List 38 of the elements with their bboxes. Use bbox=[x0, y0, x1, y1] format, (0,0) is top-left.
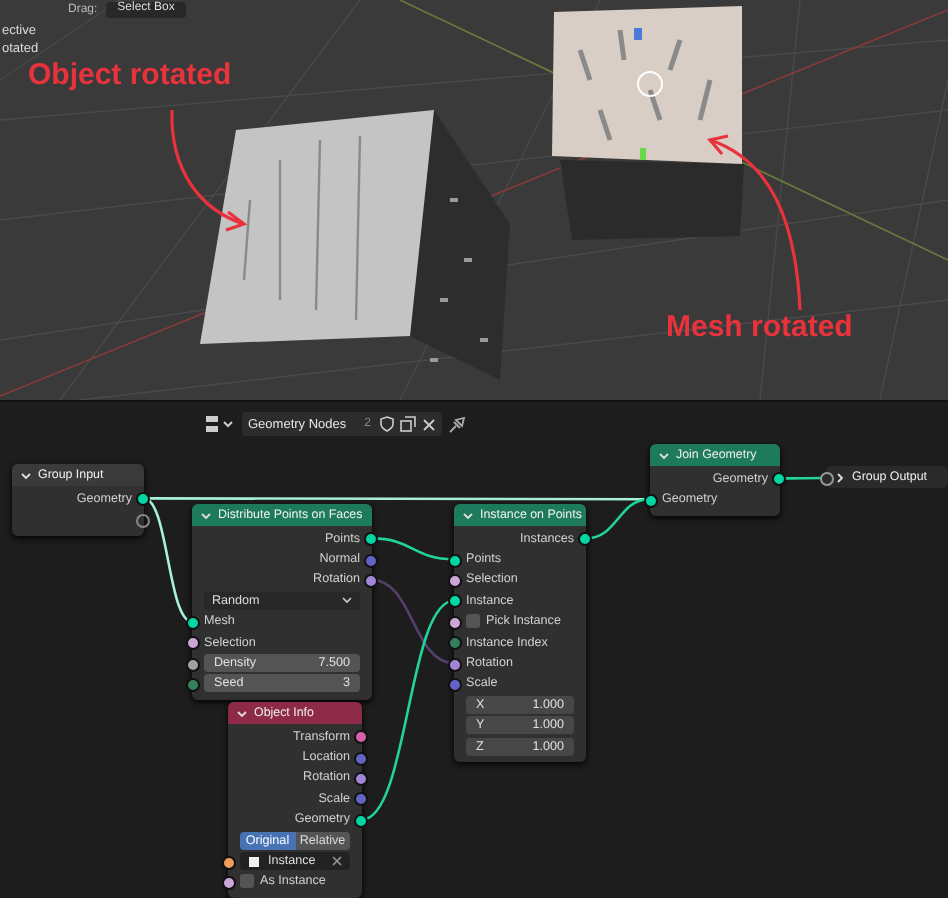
copy-icon[interactable] bbox=[400, 416, 417, 432]
socket-icon[interactable] bbox=[772, 472, 786, 487]
close-icon[interactable] bbox=[422, 417, 437, 431]
socket-icon[interactable] bbox=[222, 875, 236, 890]
socket-icon[interactable] bbox=[186, 636, 200, 651]
socket-icon[interactable] bbox=[448, 594, 462, 609]
socket-icon[interactable] bbox=[354, 771, 368, 786]
socket-icon[interactable] bbox=[186, 657, 200, 672]
annotation-text: Mesh rotated bbox=[666, 310, 853, 344]
socket-icon[interactable] bbox=[136, 513, 150, 528]
socket-icon[interactable] bbox=[448, 657, 462, 672]
socket-icon[interactable] bbox=[448, 573, 462, 588]
socket-icon[interactable] bbox=[136, 492, 150, 507]
node-link bbox=[780, 476, 826, 480]
socket-icon[interactable] bbox=[448, 553, 462, 568]
checkbox[interactable] bbox=[466, 614, 480, 629]
socket-icon[interactable] bbox=[364, 573, 378, 588]
clear-icon[interactable] bbox=[332, 856, 342, 867]
square-icon bbox=[248, 855, 260, 868]
pin-icon[interactable] bbox=[448, 415, 467, 433]
chevron-icon[interactable] bbox=[834, 471, 846, 483]
chevron-icon[interactable] bbox=[20, 469, 32, 481]
shield-icon[interactable] bbox=[380, 416, 395, 432]
node-tree-icon[interactable] bbox=[204, 414, 236, 434]
socket-icon[interactable] bbox=[186, 615, 200, 630]
socket-icon[interactable] bbox=[448, 615, 462, 630]
socket-icon[interactable] bbox=[354, 813, 368, 828]
arrow-drawing bbox=[170, 110, 248, 232]
annotation-text: Object rotated bbox=[28, 58, 232, 92]
socket-icon[interactable] bbox=[364, 532, 378, 547]
socket-icon[interactable] bbox=[354, 730, 368, 745]
checkbox[interactable] bbox=[240, 874, 254, 889]
socket-icon[interactable] bbox=[222, 855, 236, 870]
socket-icon[interactable] bbox=[820, 472, 834, 486]
socket-icon[interactable] bbox=[578, 532, 592, 547]
socket-icon[interactable] bbox=[644, 493, 658, 508]
chevron-icon[interactable] bbox=[236, 707, 248, 719]
chevron-icon bbox=[342, 596, 352, 605]
